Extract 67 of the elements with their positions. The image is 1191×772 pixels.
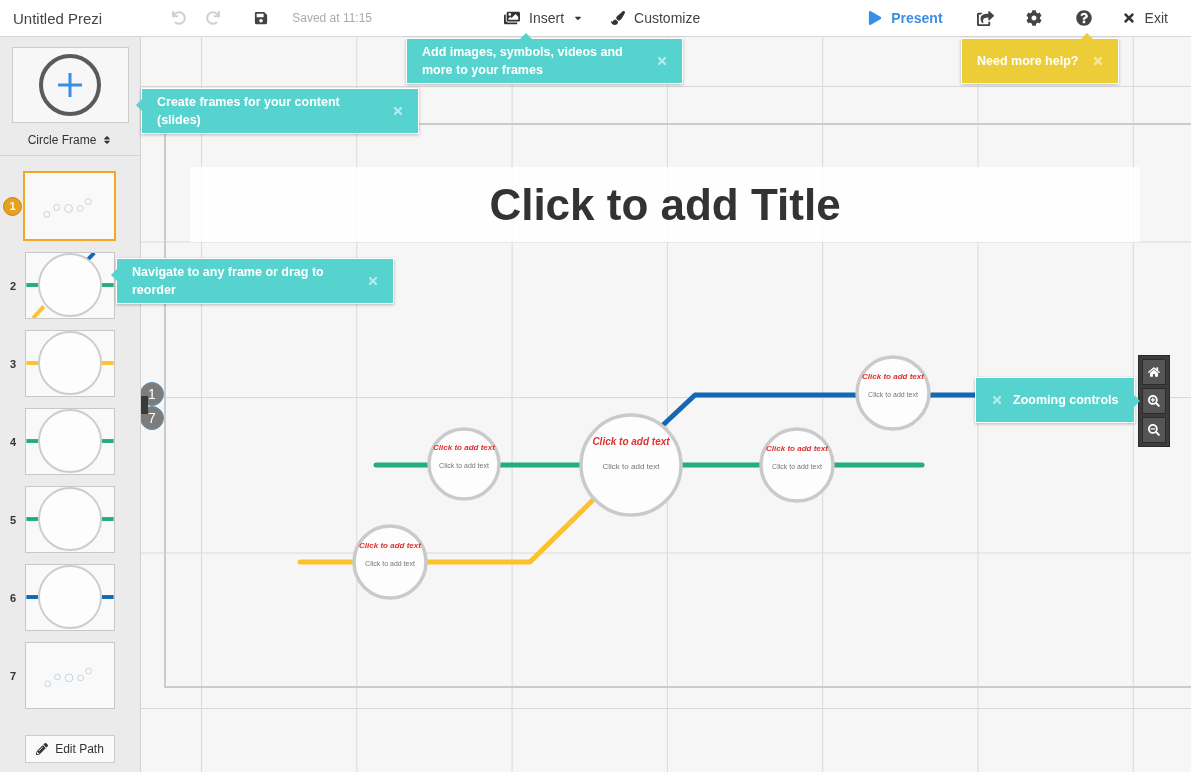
frame-number: 6 (10, 591, 17, 604)
circle-frame[interactable] (579, 413, 683, 517)
mini-path-drawing (44, 667, 92, 688)
home-icon (1148, 366, 1160, 378)
frame-thumbnail[interactable] (25, 330, 115, 397)
title-placeholder[interactable]: Click to add Title (190, 167, 1140, 242)
circle-title-placeholder[interactable]: Click to add text (862, 371, 924, 381)
circle-frame[interactable] (759, 427, 835, 503)
frame-number: 2 (10, 279, 17, 292)
circle-frame (38, 409, 102, 474)
present-button[interactable]: Present (864, 6, 947, 30)
close-icon[interactable] (1092, 55, 1104, 67)
save-status: Saved at 11:15 (292, 11, 373, 25)
circle-frame (38, 565, 102, 630)
frame-type-dropdown[interactable]: Circle Frame (25, 131, 115, 149)
insert-button[interactable]: Insert (500, 6, 588, 30)
circle-frame (38, 487, 102, 552)
circle-frame[interactable] (427, 427, 501, 501)
close-icon[interactable] (656, 55, 668, 67)
add-frame-button[interactable] (11, 47, 129, 123)
circle-title-placeholder[interactable]: Click to add text (592, 436, 670, 447)
customize-button[interactable]: Customize (607, 6, 705, 30)
circle-frame (38, 331, 102, 396)
frame-number: 3 (10, 357, 17, 370)
mini-path-drawing (43, 198, 92, 218)
frame-thumbnail[interactable] (23, 171, 116, 241)
frame-thumbnail[interactable] (25, 252, 115, 319)
tooltip-text: Create frames for your content (slides) (157, 94, 341, 129)
frame-number: 5 (10, 513, 17, 526)
frame-number-badge: 1 (3, 196, 22, 216)
sort-icon (102, 135, 113, 145)
close-icon[interactable] (392, 105, 404, 117)
circle-title-placeholder[interactable]: Click to add text (766, 443, 828, 453)
play-icon (868, 11, 883, 25)
zoom-out-icon (1148, 424, 1160, 436)
zoom-in-icon (1148, 395, 1160, 407)
zoom-in-button[interactable] (1142, 388, 1166, 414)
tooltip-text: Need more help? (977, 53, 1080, 70)
exit-button[interactable]: Exit (1117, 6, 1172, 30)
pencil-icon (36, 743, 49, 755)
circle-title-placeholder[interactable]: Click to add text (433, 443, 495, 452)
grip-handle[interactable] (141, 396, 148, 414)
frame-number: 7 (10, 669, 17, 682)
path-line (31, 305, 46, 318)
circle-frame[interactable] (855, 355, 931, 431)
close-icon[interactable] (367, 275, 379, 287)
circle-title-placeholder[interactable]: Click to add text (359, 540, 421, 550)
edit-path-button[interactable]: Edit Path (25, 735, 115, 763)
images-icon (504, 10, 521, 26)
frame-thumbnail[interactable] (25, 564, 115, 631)
home-button[interactable] (1142, 359, 1166, 385)
tooltip-text: Zooming controls (1013, 392, 1120, 409)
circle-plus-icon (38, 53, 102, 117)
presentation-title[interactable]: Untitled Prezi (13, 9, 103, 27)
frame-thumbnail[interactable] (25, 408, 115, 475)
frame-thumbnail[interactable] (25, 486, 115, 553)
frame-thumbnail[interactable] (25, 642, 115, 709)
circle-frame (38, 253, 102, 318)
zoom-out-button[interactable] (1142, 417, 1166, 443)
circle-body-placeholder[interactable]: Click to add text (602, 462, 660, 471)
brush-icon (611, 11, 626, 25)
close-icon (1121, 11, 1136, 25)
tooltip-text: Add images, symbols, videos and more to your frames (422, 44, 624, 79)
circle-frame[interactable] (352, 524, 428, 600)
frame-number: 4 (10, 435, 17, 448)
close-icon[interactable] (991, 394, 1003, 406)
tooltip-text: Navigate to any frame or drag to reorder (132, 264, 325, 299)
